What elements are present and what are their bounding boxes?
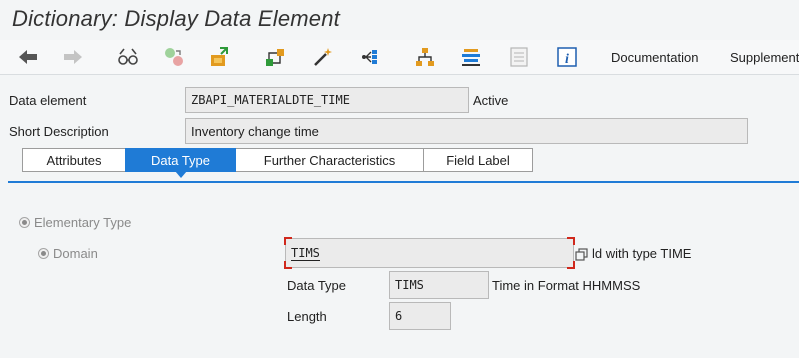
glasses-icon[interactable] [117, 46, 139, 68]
data-element-label: Data element [9, 93, 87, 108]
focus-corner-bottom-left [284, 261, 292, 269]
supplement-button[interactable]: Supplement [730, 50, 799, 65]
documentation-button[interactable]: Documentation [611, 50, 698, 65]
document-icon[interactable] [508, 46, 530, 68]
tab-underline [8, 181, 799, 183]
tab-data-type[interactable]: Data Type [125, 148, 236, 178]
domain-input[interactable]: TIMS [284, 237, 575, 269]
navigation-stack-icon[interactable] [460, 46, 482, 68]
tab-field-label[interactable]: Field Label [423, 148, 533, 172]
application-toolbar: i Documentation Supplement [0, 40, 799, 75]
hierarchy-icon[interactable] [414, 46, 436, 68]
magic-wand-icon[interactable] [312, 46, 334, 68]
short-description-label: Short Description [9, 124, 109, 139]
tab-further-characteristics[interactable]: Further Characteristics [235, 148, 424, 172]
back-arrow-icon[interactable] [17, 46, 39, 68]
info-icon[interactable]: i [556, 46, 578, 68]
display-object-list-icon[interactable] [359, 46, 381, 68]
forward-arrow-icon[interactable] [62, 46, 84, 68]
where-used-icon[interactable] [264, 46, 286, 68]
page-title: Dictionary: Display Data Element [12, 6, 340, 31]
data-type-field[interactable]: TIMS [389, 271, 489, 299]
focus-corner-bottom-right [567, 261, 575, 269]
elementary-type-label: Elementary Type [34, 215, 132, 230]
switch-objects-icon[interactable] [163, 46, 185, 68]
title-bar: Dictionary: Display Data Element [0, 0, 799, 40]
value-help-icon[interactable] [575, 248, 589, 262]
tab-attributes[interactable]: Attributes [22, 148, 126, 172]
domain-radio[interactable] [38, 248, 49, 259]
activate-icon[interactable] [208, 46, 230, 68]
focus-corner-top-left [284, 237, 292, 245]
length-field[interactable]: 6 [389, 302, 451, 330]
data-element-field[interactable]: ZBAPI_MATERIALDTE_TIME [185, 87, 469, 113]
domain-suffix-text: ld with type TIME [592, 246, 692, 261]
tab-strip: Attributes Data Type Further Characteris… [22, 148, 533, 178]
svg-text:i: i [565, 52, 569, 67]
data-type-label: Data Type [287, 278, 347, 293]
domain-value: TIMS [291, 246, 320, 261]
data-type-description: Time in Format HHMMSS [492, 278, 641, 293]
length-label: Length [287, 309, 327, 324]
short-description-field[interactable]: Inventory change time [185, 118, 748, 144]
domain-label: Domain [53, 246, 98, 261]
focus-corner-top-right [567, 237, 575, 245]
status-text: Active [473, 93, 509, 108]
elementary-type-radio[interactable] [19, 217, 30, 228]
